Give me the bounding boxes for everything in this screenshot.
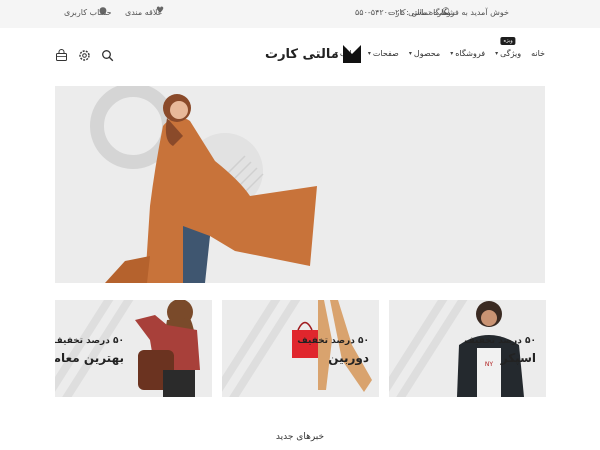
- basket-icon[interactable]: [54, 48, 68, 62]
- phone-text: شماره تماس : ۰۲۱-۵۴۲۰-۵۵۰: [355, 8, 455, 17]
- promo-discount: ۵۰ درصد تخفیف: [464, 336, 536, 346]
- nav-item-home[interactable]: خانه: [531, 49, 545, 58]
- nav-label: محصول: [413, 49, 441, 58]
- header-icons: [54, 48, 114, 62]
- nav-label: ویژگی: [500, 49, 522, 58]
- wishlist-link[interactable]: علاقه مندی: [125, 8, 162, 17]
- chevron-down-icon: ▾: [495, 50, 499, 57]
- promo-card-deal[interactable]: ۵۰ درصد تخفیف بهترین معامله: [55, 300, 212, 397]
- hero-banner[interactable]: [55, 86, 545, 283]
- gear-icon[interactable]: [77, 48, 91, 62]
- nav-label: فروشگاه: [455, 49, 486, 58]
- promo-image-deal: [55, 300, 200, 397]
- nav-label: خانه: [531, 49, 545, 58]
- news-section-title: خبرهای جدید: [275, 432, 325, 442]
- top-bar: خوش آمدید به فروشگاه مالتی کارت ✆ شماره …: [0, 0, 600, 28]
- site-logo[interactable]: مالتی کارت: [265, 45, 361, 63]
- logo-text: مالتی کارت: [265, 46, 339, 62]
- nav-item-pages[interactable]: صفحات ▾: [368, 49, 399, 58]
- promo-title: بهترین معامله: [55, 351, 124, 365]
- chevron-down-icon: ▾: [367, 50, 371, 57]
- promo-image-camera: [222, 300, 372, 397]
- promo-discount: ۵۰ درصد تخفیف: [297, 336, 369, 346]
- header: خانه ویژه ویژگی ▾ فروشگاه ▾ محصول ▾ صفحا…: [0, 28, 600, 86]
- nav-item-features[interactable]: ویژه ویژگی ▾: [495, 37, 522, 58]
- main-nav: خانه ویژه ویژگی ▾ فروشگاه ▾ محصول ▾ صفحا…: [335, 37, 545, 58]
- promo-card-speaker[interactable]: NY ۵۰ درصد تخفیف اسپکر: [389, 300, 546, 397]
- special-badge: ویژه: [500, 37, 516, 45]
- chevron-down-icon: ▾: [450, 50, 454, 57]
- nav-item-product[interactable]: محصول ▾: [409, 49, 440, 58]
- promo-discount: ۵۰ درصد تخفیف: [55, 336, 124, 346]
- promo-title: دوربین: [328, 351, 369, 365]
- nav-label: صفحات: [372, 49, 399, 58]
- svg-text:NY: NY: [485, 361, 493, 368]
- promo-image-speaker: NY: [389, 300, 524, 397]
- search-icon[interactable]: [100, 48, 114, 62]
- promo-title: اسپکر: [500, 351, 536, 365]
- chevron-down-icon: ▾: [408, 50, 412, 57]
- nav-item-shop[interactable]: فروشگاه ▾: [450, 49, 485, 58]
- promo-card-camera[interactable]: ۵۰ درصد تخفیف دوربین: [222, 300, 379, 397]
- logo-mark-icon: [342, 45, 361, 63]
- account-link[interactable]: حساب کاربری: [64, 8, 112, 17]
- hero-image: [90, 86, 317, 283]
